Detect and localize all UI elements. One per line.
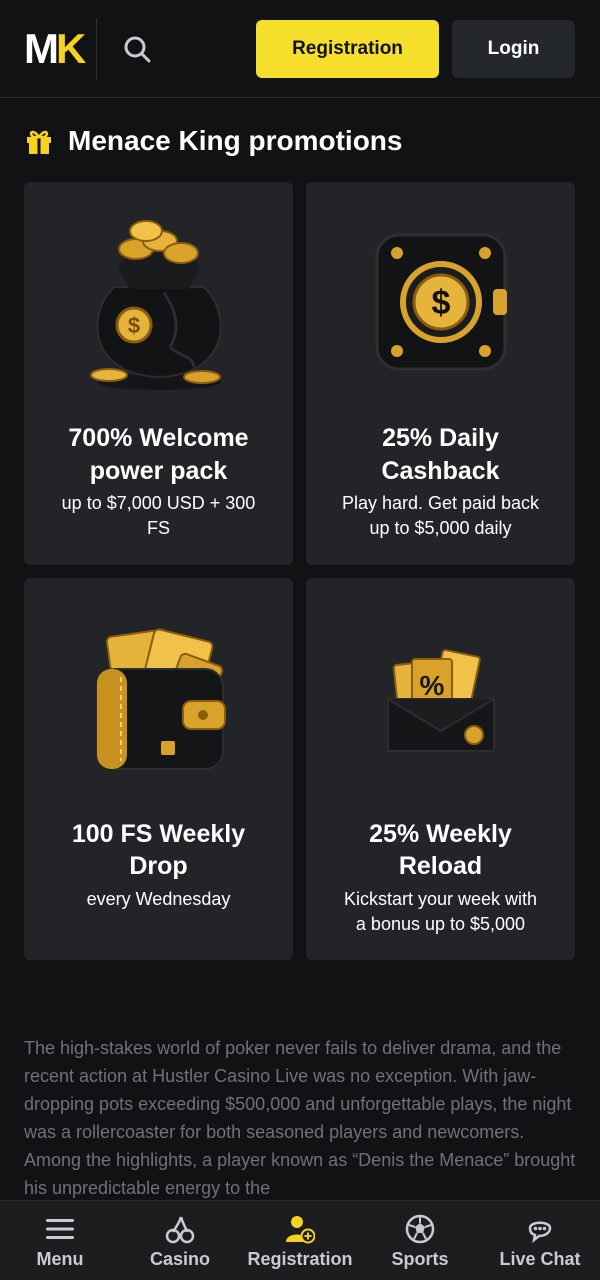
- nav-item-casino[interactable]: Casino: [120, 1201, 240, 1280]
- add-user-icon: [286, 1216, 315, 1244]
- bottom-nav: Menu Casino Registration Sports Live Cha…: [0, 1200, 600, 1280]
- header-divider: [96, 18, 97, 80]
- login-button[interactable]: Login: [452, 20, 575, 78]
- svg-text:$: $: [127, 313, 139, 338]
- promo-desc-line2: FS: [146, 518, 170, 538]
- promo-art: $: [24, 182, 293, 422]
- nav-item-live-chat[interactable]: Live Chat: [480, 1201, 600, 1280]
- promo-card-welcome[interactable]: $ 700% Welcome power pack up to $7,000 U…: [24, 182, 293, 565]
- nav-item-sports[interactable]: Sports: [360, 1201, 480, 1280]
- cherries-icon: [165, 1216, 195, 1244]
- promo-art: $: [306, 182, 575, 422]
- promo-desc-line1: up to $7,000 USD + 300: [61, 493, 256, 513]
- promo-desc-line2: a bonus up to $5,000: [355, 914, 526, 934]
- nav-label: Registration: [247, 1249, 353, 1269]
- promo-title-line2: Drop: [129, 852, 188, 880]
- registration-button[interactable]: Registration: [256, 20, 439, 78]
- nav-label: Sports: [391, 1249, 449, 1269]
- safe-icon: $: [375, 233, 507, 371]
- soccer-ball-icon: [405, 1214, 435, 1244]
- envelope-icon: %: [386, 649, 495, 752]
- promo-art: %: [306, 578, 575, 818]
- nav-item-registration[interactable]: Registration: [240, 1201, 360, 1280]
- nav-item-menu[interactable]: Menu: [0, 1201, 120, 1280]
- promotions-heading: Menace King promotions: [24, 120, 402, 162]
- nav-label: Casino: [149, 1249, 210, 1269]
- promo-title-line1: 100 FS Weekly: [71, 820, 246, 848]
- wallet-icon: [95, 628, 226, 770]
- menu-icon: [46, 1219, 74, 1239]
- promo-card-cashback[interactable]: $ 25% Daily Cashback Play hard. Get paid…: [306, 182, 575, 565]
- logo-letter-k: K: [56, 25, 86, 72]
- promo-card-weekly-drop[interactable]: 100 FS Weekly Drop every Wednesday: [24, 578, 293, 960]
- page-title: Menace King promotions: [68, 125, 403, 156]
- coin-bag-icon: $: [89, 220, 222, 390]
- promo-card-weekly-reload[interactable]: % 25% Weekly Reload Kickstart your week …: [306, 578, 575, 960]
- promo-desc-line1: Kickstart your week with: [343, 889, 538, 909]
- top-header: MK Registration Login: [0, 0, 600, 98]
- promo-title-line1: 25% Daily: [382, 424, 499, 452]
- svg-text:%: %: [419, 670, 444, 701]
- promo-art: [24, 578, 293, 818]
- logo[interactable]: MK: [24, 28, 86, 70]
- promo-desc-line1: every Wednesday: [86, 889, 231, 909]
- gift-icon: [27, 130, 51, 154]
- chat-icon: [528, 1221, 552, 1244]
- search-icon: [124, 36, 151, 63]
- promo-title-line2: Cashback: [381, 457, 500, 485]
- promo-title-line2: power pack: [89, 457, 228, 485]
- promo-title-line1: 25% Weekly: [369, 820, 512, 848]
- nav-label: Menu: [36, 1249, 84, 1269]
- promo-desc-line1: Play hard. Get paid back: [341, 493, 540, 513]
- promo-desc-line2: up to $5,000 daily: [369, 518, 512, 538]
- promo-title-line2: Reload: [398, 852, 483, 880]
- search-button[interactable]: [118, 30, 156, 68]
- promo-title-line1: 700% Welcome: [68, 424, 249, 452]
- svg-text:$: $: [431, 284, 450, 322]
- nav-label: Live Chat: [499, 1249, 581, 1269]
- article-text: The high-stakes world of poker never fai…: [24, 1038, 576, 1198]
- logo-letter-m: M: [24, 25, 59, 72]
